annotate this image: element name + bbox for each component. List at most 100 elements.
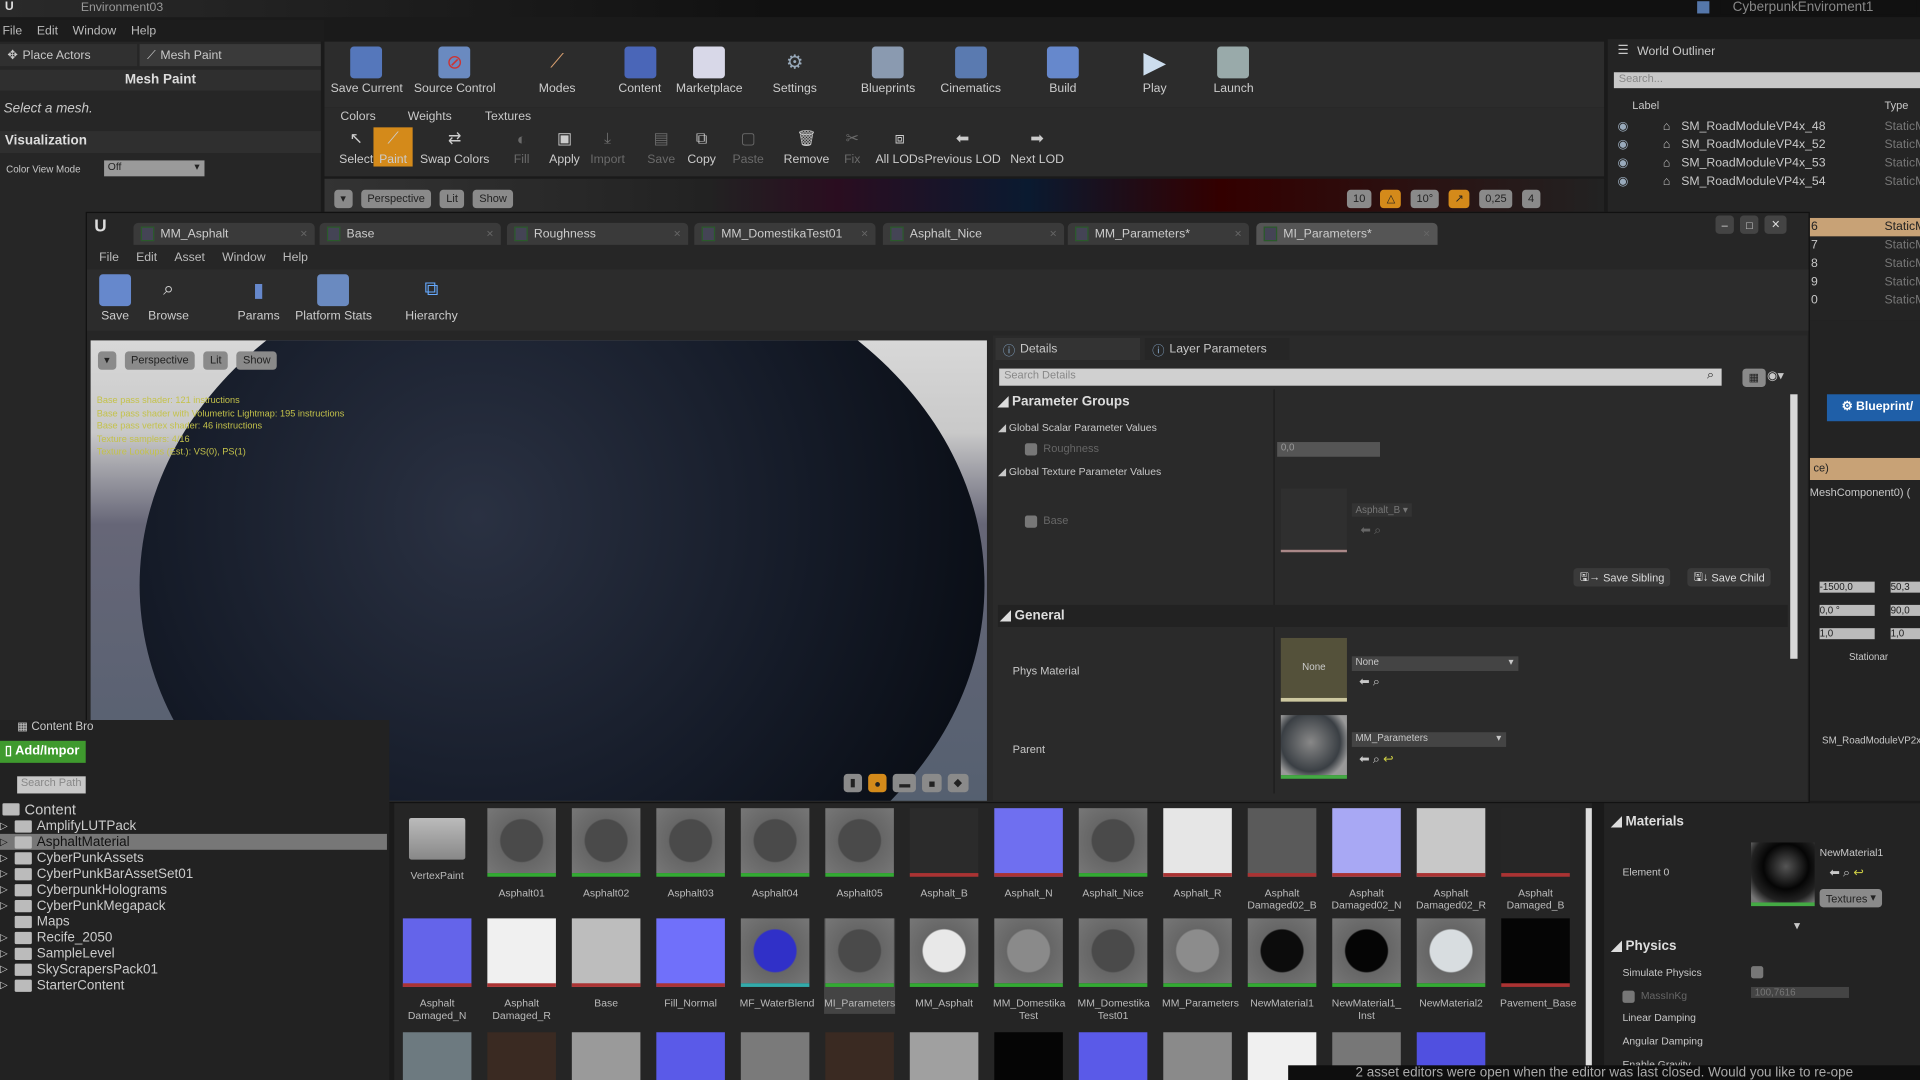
- asset-tile[interactable]: Asphalt Damaged02_B: [1247, 808, 1318, 911]
- element-0-value[interactable]: NewMaterial1: [1820, 846, 1884, 858]
- asset-tile[interactable]: Asphalt03: [655, 808, 726, 899]
- tab-textures[interactable]: Textures: [485, 110, 531, 123]
- asset-tile[interactable]: MM_Domestika Test: [993, 918, 1065, 1021]
- general-header[interactable]: ◢ General: [997, 604, 1788, 627]
- save-sibling-button[interactable]: 🖫→ Save Sibling: [1573, 568, 1671, 587]
- tool-paste-button[interactable]: ▢ Paste: [732, 127, 764, 167]
- asset-tile[interactable]: Pavement_Base: [1500, 918, 1576, 1009]
- folder-item[interactable]: Maps: [0, 913, 387, 929]
- menu-window[interactable]: Window: [222, 251, 266, 264]
- component-row-selected[interactable]: ce): [1809, 457, 1920, 481]
- tool-save-button[interactable]: ▤ Save: [645, 127, 677, 167]
- asset-tile[interactable]: MF_WaterBlend: [740, 918, 814, 1009]
- folder-item[interactable]: ▷ CyberPunkBarAssetSet01: [0, 866, 387, 882]
- asset-tile[interactable]: Asphalt_N: [993, 808, 1064, 899]
- folder-item[interactable]: ▷ AmplifyLUTPack: [0, 818, 387, 834]
- visibility-eye-icon[interactable]: ◉: [1618, 157, 1629, 170]
- viewport-options-button[interactable]: ▾: [97, 351, 116, 370]
- blueprint-button[interactable]: ⚙ Blueprint/: [1826, 394, 1920, 422]
- tool-import-button[interactable]: ⤓ Import: [590, 127, 625, 167]
- editor-tab[interactable]: MM_Parameters* ×: [1067, 222, 1249, 245]
- asset-tile[interactable]: NewMaterial2: [1416, 918, 1487, 1009]
- base-checkbox[interactable]: [1024, 515, 1038, 528]
- asset-thumbnail[interactable]: [487, 1032, 556, 1080]
- params-button[interactable]: ▮ Params: [238, 274, 280, 323]
- mass-checkbox[interactable]: [1622, 990, 1635, 1003]
- tab-place-actors[interactable]: ✥ Place Actors: [0, 44, 138, 67]
- perspective-button[interactable]: Perspective: [124, 350, 195, 370]
- outliner-search-input[interactable]: Search...: [1613, 72, 1920, 89]
- camera-speed-value[interactable]: 4: [1521, 189, 1541, 208]
- expand-arrow-icon[interactable]: ▷: [0, 852, 10, 863]
- rotation-snap-value[interactable]: 10°: [1410, 189, 1440, 208]
- base-texture-thumb[interactable]: [1280, 488, 1347, 553]
- outliner-row[interactable]: ◉ ⌂ SM_RoadModuleVP4x_48 StaticM: [1608, 118, 1920, 136]
- outliner-row[interactable]: ◉ ⌂ SM_RoadModuleVP4x_53 StaticM: [1608, 154, 1920, 172]
- browse-button[interactable]: ⌕ Browse: [148, 274, 189, 323]
- asset-tile[interactable]: Asphalt_Nice: [1078, 808, 1149, 899]
- close-tab-icon[interactable]: ×: [861, 227, 868, 240]
- reset-icon[interactable]: ↩: [1383, 753, 1393, 766]
- save-button[interactable]: Save: [99, 274, 132, 323]
- editor-tab[interactable]: Base ×: [319, 222, 501, 245]
- visibility-eye-icon[interactable]: ◉: [1618, 138, 1629, 151]
- menu-file[interactable]: File: [99, 251, 119, 264]
- asset-tile[interactable]: MM_Parameters: [1162, 918, 1239, 1009]
- asset-thumbnail[interactable]: [402, 1032, 472, 1080]
- expand-arrow-icon[interactable]: ▷: [0, 820, 10, 831]
- asset-tile[interactable]: Asphalt Damaged_N: [402, 918, 473, 1021]
- asset-tile[interactable]: Asphalt Damaged_R: [486, 918, 557, 1021]
- outliner-row[interactable]: ◉ ⌂ SM_RoadModuleVP4x_54 StaticM: [1608, 173, 1920, 191]
- menu-help[interactable]: Help: [283, 251, 308, 264]
- browse-arrow-icon[interactable]: ⬅ ⌕ ↩: [1359, 753, 1393, 766]
- tool-fill-button[interactable]: ◐ Fill: [506, 127, 538, 166]
- static-mesh-name[interactable]: SM_RoadModuleVP2x: [1822, 735, 1920, 746]
- show-button[interactable]: Show: [473, 189, 514, 208]
- folder-item[interactable]: ▷ CyberPunkMegapack: [0, 898, 387, 914]
- expand-arrow-icon[interactable]: ▷: [0, 884, 10, 895]
- editor-tab[interactable]: MI_Parameters* ×: [1256, 222, 1438, 245]
- content-button[interactable]: Content: [618, 46, 661, 96]
- show-button[interactable]: Show: [236, 350, 277, 370]
- tab-layer-parameters[interactable]: ⓘ Layer Parameters: [1144, 337, 1290, 361]
- parent-thumb[interactable]: [1280, 715, 1347, 779]
- roughness-value-field[interactable]: 0,0: [1277, 442, 1381, 457]
- asset-tile[interactable]: Asphalt Damaged02_R: [1416, 808, 1487, 911]
- save-child-button[interactable]: 🖫↓ Save Child: [1687, 568, 1771, 587]
- tool-select-button[interactable]: ↖ Select: [339, 127, 373, 167]
- browse-arrow-icon[interactable]: ⬅ ⌕: [1359, 676, 1380, 689]
- phys-material-thumb[interactable]: None: [1280, 637, 1347, 702]
- close-tab-icon[interactable]: ×: [300, 227, 307, 240]
- folder-item[interactable]: ▷ StarterContent: [0, 977, 387, 993]
- expand-arrow-icon[interactable]: ▾: [1794, 920, 1800, 933]
- textures-dropdown[interactable]: Textures ▾: [1819, 888, 1883, 908]
- outliner-row[interactable]: ◉ ⌂ SM_RoadModuleVP4x_52 StaticM: [1608, 136, 1920, 154]
- plane-icon[interactable]: ▬: [893, 773, 917, 793]
- expand-arrow-icon[interactable]: ▷: [0, 836, 10, 847]
- minimize-icon[interactable]: –: [1715, 215, 1734, 234]
- tool-apply-button[interactable]: ▣ Apply: [549, 127, 581, 167]
- asset-tile[interactable]: Fill_Normal: [655, 918, 726, 1009]
- asset-tile[interactable]: Asphalt05: [824, 808, 895, 899]
- platform-stats-button[interactable]: Platform Stats: [295, 274, 372, 323]
- search-paths-input[interactable]: Search Path: [17, 776, 86, 794]
- asset-tile[interactable]: Asphalt Damaged_B: [1500, 808, 1571, 911]
- asset-tile[interactable]: MI_Parameters: [824, 918, 895, 1014]
- scale-snap-icon[interactable]: ↗: [1448, 189, 1470, 209]
- editor-tab[interactable]: MM_Asphalt ×: [133, 222, 315, 245]
- tab-mesh-paint[interactable]: ⟋ Mesh Paint: [139, 44, 321, 67]
- expand-arrow-icon[interactable]: ▷: [0, 900, 10, 911]
- grid-snap-value[interactable]: 10: [1346, 189, 1372, 208]
- location-z-field[interactable]: 50,3: [1890, 581, 1920, 593]
- source-control-button[interactable]: ⊘ Source Control: [414, 46, 496, 96]
- content-browser-title[interactable]: ▦ Content Bro: [17, 720, 93, 733]
- asset-thumbnail[interactable]: [740, 1032, 810, 1080]
- cube-icon[interactable]: ■: [922, 773, 942, 793]
- browse-arrow-icon[interactable]: ⬅ ⌕ ↩: [1829, 867, 1863, 880]
- asset-tile[interactable]: Asphalt_R: [1162, 808, 1233, 899]
- hierarchy-button[interactable]: ⧉ Hierarchy: [405, 274, 457, 323]
- asset-thumbnail[interactable]: [825, 1032, 894, 1080]
- location-y-field[interactable]: -1500,0: [1819, 581, 1875, 593]
- visibility-eye-icon[interactable]: ◉: [1618, 120, 1629, 133]
- asset-tile[interactable]: MM_Domestika Test01: [1078, 918, 1150, 1021]
